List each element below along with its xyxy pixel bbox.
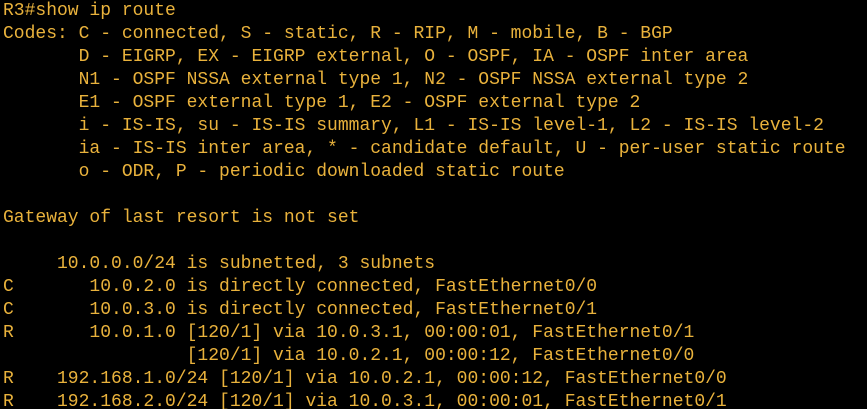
terminal-window[interactable]: R3#show ip route Codes: C - connected, S… xyxy=(0,0,867,409)
terminal-output: R3#show ip route Codes: C - connected, S… xyxy=(3,0,846,409)
gateway-status-line: Gateway of last resort is not set xyxy=(3,208,360,228)
codes-legend-line: D - EIGRP, EX - EIGRP external, O - OSPF… xyxy=(3,47,749,67)
codes-legend-line: N1 - OSPF NSSA external type 1, N2 - OSP… xyxy=(3,70,749,90)
codes-legend-line: i - IS-IS, su - IS-IS summary, L1 - IS-I… xyxy=(3,116,824,136)
route-entry: C 10.0.2.0 is directly connected, FastEt… xyxy=(3,277,598,297)
route-entry-continuation: [120/1] via 10.0.2.1, 00:00:12, FastEthe… xyxy=(3,346,695,366)
route-entry: R 192.168.1.0/24 [120/1] via 10.0.2.1, 0… xyxy=(3,369,727,389)
codes-legend-line: ia - IS-IS inter area, * - candidate def… xyxy=(3,139,846,159)
command-prompt-line: R3#show ip route xyxy=(3,1,176,21)
route-entry: R 10.0.1.0 [120/1] via 10.0.3.1, 00:00:0… xyxy=(3,323,695,343)
route-entry: R 192.168.2.0/24 [120/1] via 10.0.3.1, 0… xyxy=(3,392,727,409)
route-entry: C 10.0.3.0 is directly connected, FastEt… xyxy=(3,300,598,320)
codes-legend-line: o - ODR, P - periodic downloaded static … xyxy=(3,162,565,182)
codes-legend-line: E1 - OSPF external type 1, E2 - OSPF ext… xyxy=(3,93,641,113)
subnet-summary-line: 10.0.0.0/24 is subnetted, 3 subnets xyxy=(3,254,436,274)
codes-legend-line: Codes: C - connected, S - static, R - RI… xyxy=(3,24,673,44)
